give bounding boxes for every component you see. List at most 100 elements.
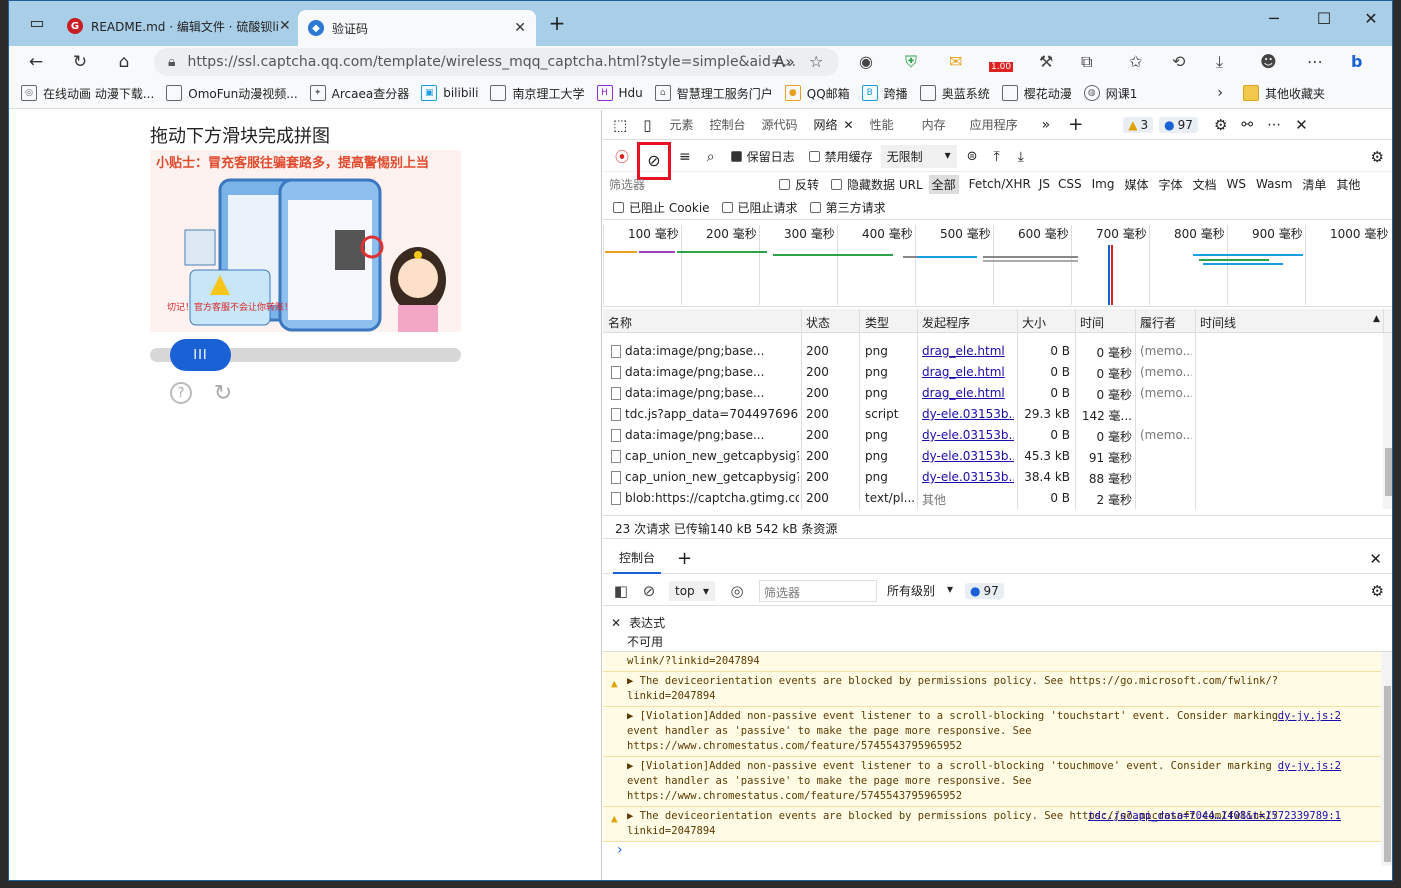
filter-type-other[interactable]: 其他	[1336, 176, 1360, 193]
context-select[interactable]: top ▾	[669, 580, 715, 601]
network-conditions-icon[interactable]: ⊜	[967, 149, 978, 164]
home-icon[interactable]: ⌂	[107, 52, 141, 72]
col-waterfall[interactable]: 时间线	[1200, 314, 1236, 331]
scrollbar-thumb[interactable]	[1384, 686, 1391, 862]
bookmark-item[interactable]: 南京理工大学	[490, 85, 585, 102]
close-window-button[interactable]: ✕	[1351, 9, 1391, 28]
col-name[interactable]: 名称	[608, 314, 632, 331]
remove-expression-icon[interactable]: ✕	[611, 616, 621, 630]
bookmark-item[interactable]: 樱花动漫	[1001, 85, 1072, 102]
tab-console[interactable]: 控制台	[709, 116, 745, 133]
filter-type-media[interactable]: 媒体	[1124, 176, 1148, 193]
filter-type-all[interactable]: 全部	[928, 174, 959, 194]
filter-type-doc[interactable]: 文档	[1193, 176, 1217, 193]
col-time[interactable]: 时间	[1080, 314, 1104, 331]
other-favorites[interactable]: 其他收藏夹	[1242, 85, 1325, 102]
tab-elements[interactable]: 元素	[669, 116, 693, 133]
table-row[interactable]: data:image/png;base... 200 png drag_ele.htm…	[603, 362, 1381, 383]
filter-type-js[interactable]: JS	[1039, 177, 1050, 191]
filter-type-wasm[interactable]: Wasm	[1256, 177, 1292, 191]
console-filter-input[interactable]: 筛选器	[759, 579, 877, 602]
cell-initiator[interactable]: drag_ele.html	[922, 344, 1014, 358]
favorites-icon[interactable]: ✩	[1129, 52, 1142, 71]
tab-performance[interactable]: 性能	[870, 116, 894, 133]
extension-eyes-icon[interactable]: ◉	[859, 52, 873, 71]
tab-sources[interactable]: 源代码	[761, 116, 797, 133]
sidebar-toggle-icon[interactable]: ◧	[607, 582, 635, 600]
cell-initiator[interactable]: drag_ele.html	[922, 386, 1014, 400]
tab-actions-icon[interactable]: ▭	[17, 13, 57, 32]
favorite-star-icon[interactable]: ☆	[809, 52, 823, 71]
inspect-icon[interactable]: ⬚	[613, 116, 627, 134]
table-row[interactable]: tdc.js?app_data=7044976968... 200 script dy…	[603, 404, 1381, 425]
bookmark-item[interactable]: ◍ 网课1	[1083, 85, 1137, 102]
drawer-tab-console[interactable]: 控制台	[613, 543, 662, 574]
network-settings-icon[interactable]: ⚙	[1371, 148, 1384, 166]
tab-captcha[interactable]: ◆ 验证码 ✕	[298, 10, 536, 46]
add-drawer-tab-icon[interactable]: +	[677, 548, 692, 569]
refresh-captcha-icon[interactable]: ↻	[212, 381, 234, 406]
hide-data-url-checkbox[interactable]	[831, 178, 843, 190]
settings-gear-icon[interactable]: ⚙	[1214, 116, 1227, 134]
eye-icon[interactable]: ◎	[723, 582, 751, 600]
upload-icon[interactable]: ⤒	[994, 149, 1000, 165]
filter-type-xhr[interactable]: Fetch/XHR	[969, 177, 1031, 191]
close-tab-icon[interactable]: ✕	[844, 118, 854, 132]
preserve-log-checkbox[interactable]	[730, 151, 742, 162]
col-size[interactable]: 大小	[1022, 314, 1046, 331]
console-message[interactable]: ▶ [Violation]Added non-passive event lis…	[603, 707, 1381, 757]
table-row[interactable]: data:image/png;base... 200 png drag_ele.htm…	[603, 341, 1381, 362]
scrollbar-thumb[interactable]	[1385, 448, 1392, 496]
bookmark-item[interactable]: ◎ 在线动画 动漫下载...	[21, 85, 154, 102]
table-row[interactable]: cap_union_new_getcapbysig?i... 200 png dy-e…	[603, 446, 1381, 467]
message-source-link[interactable]: dy-jy.js:2	[1278, 759, 1341, 774]
warnings-badge[interactable]: ▲ 3	[1123, 116, 1154, 133]
throttle-select[interactable]: 无限制 ▾	[880, 145, 957, 168]
blocked-requests-checkbox[interactable]	[721, 202, 733, 213]
record-icon[interactable]: ⦿	[615, 147, 629, 167]
bing-icon[interactable]: b	[1351, 52, 1362, 71]
maximize-button[interactable]: ☐	[1304, 9, 1344, 28]
table-row[interactable]: data:image/png;base... 200 png dy-ele.03153…	[603, 425, 1381, 446]
cell-initiator[interactable]: 其他	[922, 491, 1014, 508]
bookmark-item[interactable]: ⌂ 智慧理工服务门户	[654, 85, 773, 102]
log-levels-select[interactable]: 所有级别 ▾	[887, 582, 953, 599]
slider-handle[interactable]: III	[170, 339, 231, 371]
message-source-link[interactable]: tdc.js?app_data=7044…1408&t=1572339789:1	[1088, 809, 1341, 824]
chevron-right-icon[interactable]: ›	[1217, 85, 1223, 101]
cell-initiator[interactable]: dy-ele.03153b...	[922, 407, 1014, 421]
col-type[interactable]: 类型	[865, 314, 889, 331]
bookmark-item[interactable]: B 跨播	[861, 85, 908, 102]
message-source-link[interactable]: dy-jy.js:2	[1278, 709, 1341, 724]
new-tab-button[interactable]: +	[537, 11, 577, 35]
col-initiator[interactable]: 发起程序	[922, 314, 970, 331]
filter-type-img[interactable]: Img	[1092, 177, 1115, 191]
invert-checkbox[interactable]	[779, 178, 790, 190]
table-row[interactable]: blob:https://captcha.gtimg.co... 200 text/…	[603, 488, 1381, 509]
more-icon[interactable]: ⋯	[1307, 52, 1323, 71]
back-icon[interactable]: ←	[19, 52, 53, 72]
extension-badge[interactable]: 1.00	[989, 62, 1014, 72]
download-icon[interactable]: ⤓	[1018, 149, 1024, 165]
console-message[interactable]: ▲ ▶ The deviceorientation events are bloc…	[603, 672, 1381, 707]
connect-icon[interactable]: ⚯	[1241, 117, 1253, 133]
profile-avatar[interactable]: ☻	[1260, 52, 1277, 71]
filter-type-manifest[interactable]: 清单	[1302, 176, 1326, 193]
filter-icon[interactable]: ≡	[679, 149, 691, 165]
close-devtools-icon[interactable]: ✕	[1295, 116, 1308, 134]
cell-initiator[interactable]: dy-ele.03153b...	[922, 470, 1014, 484]
read-aloud-icon[interactable]: A»	[774, 52, 795, 71]
extension-mail-icon[interactable]: ✉	[949, 52, 962, 71]
network-overview[interactable]: 100 毫秒 200 毫秒 300 毫秒 400 毫秒 500 毫秒 600 毫…	[603, 225, 1392, 307]
tab-application[interactable]: 应用程序	[970, 116, 1018, 133]
extension-shield-icon[interactable]: ⛨	[905, 52, 917, 72]
console-messages-badge[interactable]: ● 97	[965, 582, 1004, 599]
cell-initiator[interactable]: dy-ele.03153b...	[922, 428, 1014, 442]
close-drawer-icon[interactable]: ✕	[1369, 550, 1382, 568]
blocked-cookies-checkbox[interactable]	[613, 202, 624, 213]
bookmark-item[interactable]: 奥蓝系统	[919, 85, 990, 102]
cell-initiator[interactable]: dy-ele.03153b...	[922, 449, 1014, 463]
bookmark-item[interactable]: OmoFun动漫视频...	[166, 85, 298, 102]
tab-readme[interactable]: G README.md · 编辑文件 · 硫酸钡li ✕	[57, 10, 297, 42]
bookmark-item[interactable]: H Hdu	[596, 85, 643, 101]
